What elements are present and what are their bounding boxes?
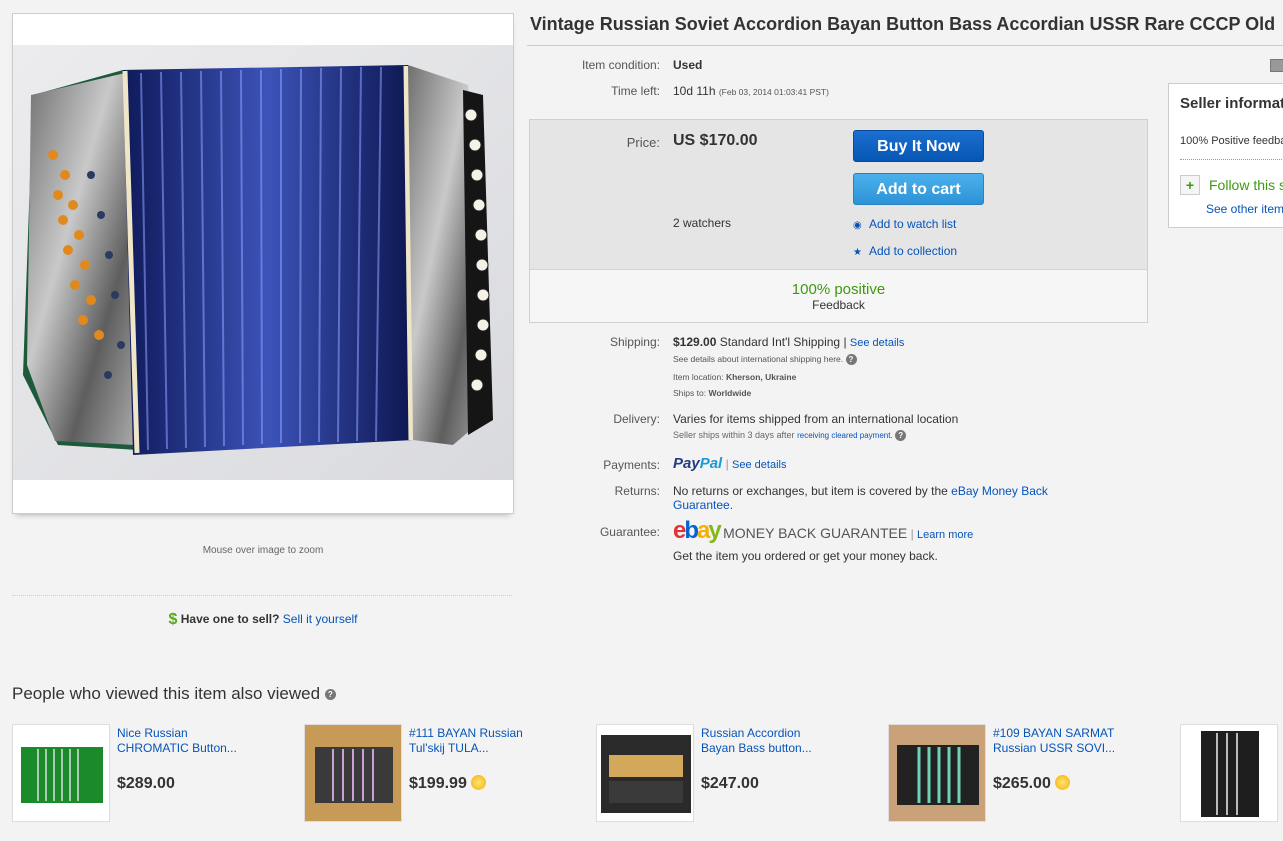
- item-location: Item location: Kherson, Ukraine: [673, 372, 796, 382]
- shipping-see-details-link[interactable]: See details: [850, 337, 904, 349]
- delivery-note-text: Seller ships within 3 days after: [673, 430, 795, 440]
- plus-icon[interactable]: +: [1180, 175, 1200, 195]
- buy-it-now-button[interactable]: Buy It Now: [853, 130, 984, 162]
- item-location-label: Item location:: [673, 372, 724, 382]
- also-viewed-title: People who viewed this item also viewed …: [12, 684, 336, 704]
- payments-line: PayPal | See details: [673, 455, 787, 472]
- seller-info-panel: Seller information 100% Positive feedbac…: [1168, 83, 1283, 228]
- item-thumbnail[interactable]: [888, 724, 986, 822]
- intl-shipping-note: See details about international shipping…: [673, 354, 857, 365]
- ebay-logo: ebay: [673, 517, 722, 544]
- money-back-guarantee-text: MONEY BACK GUARANTEE: [723, 525, 908, 541]
- returns-policy: No returns or exchanges, but item is cov…: [673, 484, 948, 498]
- seller-info-title: Seller information: [1180, 95, 1283, 112]
- item-thumbnail[interactable]: [1180, 724, 1278, 822]
- delivery-note: Seller ships within 3 days after receivi…: [673, 430, 907, 441]
- item-thumbnail[interactable]: [304, 724, 402, 822]
- help-icon[interactable]: ?: [324, 689, 336, 700]
- eye-icon: ◉: [853, 220, 862, 231]
- condition-label: Item condition:: [581, 58, 660, 72]
- item-price: $289.00: [117, 775, 175, 792]
- item-thumbnail[interactable]: [596, 724, 694, 822]
- paypal-logo: PayPal: [673, 455, 723, 472]
- item-location-value: Kherson, Ukraine: [725, 372, 797, 382]
- add-to-cart-button[interactable]: Add to cart: [853, 173, 984, 205]
- sell-row: $ Have one to sell? Sell it yourself: [12, 611, 514, 629]
- add-to-watch-list-link[interactable]: ◉ Add to watch list: [853, 217, 956, 231]
- payments-see-details-link[interactable]: See details: [732, 459, 786, 471]
- item-title-link[interactable]: Nice Russian CHROMATIC Button...: [117, 726, 267, 756]
- watch-list-label: Add to watch list: [869, 217, 957, 231]
- top-rated-badge-icon: [470, 775, 486, 790]
- returns-text: No returns or exchanges, but item is cov…: [673, 484, 1103, 512]
- money-back-link-2[interactable]: Guarantee.: [673, 498, 733, 512]
- item-price: $199.99: [409, 775, 486, 793]
- accordion-main-image[interactable]: [13, 45, 513, 480]
- also-viewed-item[interactable]: #111 BAYAN Russian Tul'skij TULA... $199.…: [304, 724, 584, 824]
- shipping-cost: $129.00: [673, 335, 717, 349]
- help-icon[interactable]: ?: [895, 430, 907, 441]
- learn-more-link[interactable]: Learn more: [917, 529, 973, 541]
- price-value: US $170.00: [673, 132, 758, 149]
- other-items-link[interactable]: See other items: [1206, 202, 1283, 216]
- condition-value: Used: [673, 58, 703, 72]
- top-rated-badge-icon: [1054, 775, 1070, 790]
- item-price: $247.00: [701, 775, 759, 792]
- also-viewed-item[interactable]: [1180, 724, 1283, 824]
- sell-it-yourself-link[interactable]: Sell it yourself: [283, 612, 358, 626]
- ships-to-value: Worldwide: [708, 388, 752, 398]
- mail-icon[interactable]: [1270, 59, 1283, 72]
- item-title-link[interactable]: #109 BAYAN SARMAT Russian USSR SOVI...: [993, 726, 1143, 756]
- dollar-icon: $: [168, 611, 178, 628]
- ships-to-label: Ships to:: [673, 388, 707, 398]
- returns-label: Returns:: [614, 484, 660, 498]
- intl-shipping-note-text: See details about international shipping…: [673, 354, 844, 364]
- title-divider: [527, 45, 1283, 46]
- end-date: (Feb 03, 2014 01:03:41 PST): [718, 87, 829, 97]
- seller-feedback: 100% Positive feedback: [1180, 135, 1283, 147]
- help-icon[interactable]: ?: [845, 354, 857, 365]
- purchase-box: Price: US $170.00 Buy It Now Add to cart…: [529, 119, 1148, 323]
- also-viewed-item[interactable]: Russian Accordion Bayan Bass button... $2…: [596, 724, 876, 824]
- delivery-text: Varies for items shipped from an interna…: [673, 412, 959, 426]
- time-left: 10d 11h (Feb 03, 2014 01:03:41 PST): [673, 84, 829, 98]
- guarantee-label: Guarantee:: [599, 525, 660, 539]
- star-icon: ★: [853, 247, 862, 258]
- item-title-link[interactable]: Russian Accordion Bayan Bass button...: [701, 726, 851, 756]
- item-title: Vintage Russian Soviet Accordion Bayan B…: [530, 14, 1276, 34]
- payments-label: Payments:: [603, 458, 660, 472]
- feedback-strip: 100% positive Feedback: [530, 269, 1147, 322]
- shipping-line: $129.00 Standard Int'l Shipping | See de…: [673, 335, 905, 349]
- guarantee-logo-row: ebay MONEY BACK GUARANTEE | Learn more: [673, 517, 974, 544]
- sell-question: Have one to sell?: [180, 612, 280, 626]
- ships-to: Ships to: Worldwide: [673, 388, 751, 398]
- add-to-collection-link[interactable]: ★ Add to collection: [853, 244, 957, 258]
- divider: [12, 595, 512, 596]
- collection-label: Add to collection: [869, 244, 958, 258]
- price-label: Price:: [626, 135, 660, 150]
- divider: [1180, 159, 1283, 160]
- shipping-service: Standard Int'l Shipping: [719, 335, 841, 349]
- shipping-label: Shipping:: [609, 335, 660, 349]
- item-title-link[interactable]: #111 BAYAN Russian Tul'skij TULA...: [409, 726, 559, 756]
- guarantee-text: Get the item you ordered or get your mon…: [673, 549, 938, 563]
- also-viewed-item[interactable]: Nice Russian CHROMATIC Button... $289.00: [12, 724, 292, 824]
- item-thumbnail[interactable]: [12, 724, 110, 822]
- feedback-percent: 100% positive: [791, 281, 886, 298]
- main-image-frame[interactable]: [12, 13, 514, 514]
- follow-seller-link[interactable]: Follow this seller: [1209, 177, 1283, 193]
- delivery-label: Delivery:: [613, 412, 660, 426]
- watchers-count: 2 watchers: [673, 216, 732, 230]
- zoom-hint: Mouse over image to zoom: [202, 545, 324, 556]
- cleared-payment-link[interactable]: receiving cleared payment.: [797, 431, 893, 440]
- money-back-link[interactable]: eBay Money Back: [951, 484, 1048, 498]
- feedback-label: Feedback: [812, 298, 865, 312]
- time-left-value: 10d 11h: [673, 84, 716, 98]
- time-left-label: Time left:: [611, 84, 660, 98]
- also-viewed-item[interactable]: #109 BAYAN SARMAT Russian USSR SOVI... $2…: [888, 724, 1168, 824]
- item-price: $265.00: [993, 775, 1070, 793]
